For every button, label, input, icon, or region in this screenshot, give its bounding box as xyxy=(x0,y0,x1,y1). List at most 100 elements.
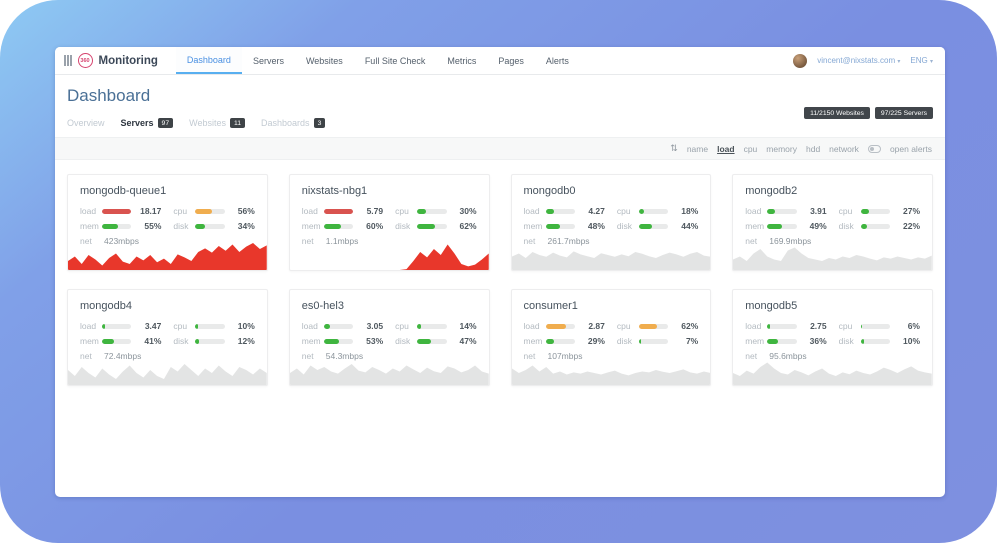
disk-bar xyxy=(861,224,890,229)
cpu-label: cpu xyxy=(839,206,861,216)
page-title: Dashboard xyxy=(67,86,933,106)
server-name[interactable]: mongodb-queue1 xyxy=(68,175,267,206)
tab-full-site-check[interactable]: Full Site Check xyxy=(354,47,437,74)
user-menu[interactable]: vincent@nixstats.com ▾ xyxy=(817,56,900,65)
load-sparkline xyxy=(68,355,267,385)
mem-bar xyxy=(102,339,131,344)
load-bar xyxy=(102,209,131,214)
open-alerts-toggle-icon[interactable] xyxy=(868,145,881,153)
mem-value: 36% xyxy=(797,336,827,346)
mem-value: 48% xyxy=(575,221,605,231)
tab-servers[interactable]: Servers xyxy=(242,47,295,74)
server-name[interactable]: nixstats-nbg1 xyxy=(290,175,489,206)
disk-value: 12% xyxy=(225,336,255,346)
cpu-value: 18% xyxy=(668,206,698,216)
load-sparkline xyxy=(512,240,711,270)
server-card[interactable]: mongodb2 load 3.91 cpu 27% mem 49% xyxy=(732,174,933,271)
disk-value: 22% xyxy=(890,221,920,231)
load-label: load xyxy=(745,206,767,216)
load-value: 2.75 xyxy=(797,321,827,331)
cpu-label: cpu xyxy=(173,321,195,331)
server-card[interactable]: mongodb4 load 3.47 cpu 10% mem 41% xyxy=(67,289,268,386)
subtab-dashboards[interactable]: Dashboards 3 xyxy=(261,118,325,128)
user-avatar[interactable] xyxy=(793,54,807,68)
sort-by-name[interactable]: name xyxy=(687,144,708,154)
mem-label: mem xyxy=(524,221,546,231)
server-name[interactable]: mongodb5 xyxy=(733,290,932,321)
subtab-servers[interactable]: Servers97 xyxy=(121,118,174,128)
disk-bar xyxy=(195,339,224,344)
subtab-label: Dashboards xyxy=(261,118,310,128)
server-name[interactable]: consumer1 xyxy=(512,290,711,321)
mem-label: mem xyxy=(302,336,324,346)
mem-value: 53% xyxy=(353,336,383,346)
load-bar xyxy=(324,209,353,214)
sort-by-cpu[interactable]: cpu xyxy=(744,144,758,154)
cpu-bar xyxy=(417,324,446,329)
cpu-label: cpu xyxy=(617,206,639,216)
subtab-websites[interactable]: Websites11 xyxy=(189,118,245,128)
summary-badges: 11/2150 Websites 97/225 Servers xyxy=(804,107,933,119)
mem-bar xyxy=(767,224,796,229)
server-name[interactable]: mongodb4 xyxy=(68,290,267,321)
disk-bar xyxy=(861,339,890,344)
sort-by-memory[interactable]: memory xyxy=(766,144,797,154)
load-bar xyxy=(546,324,575,329)
mem-value: 41% xyxy=(131,336,161,346)
server-card[interactable]: mongodb0 load 4.27 cpu 18% mem 48% xyxy=(511,174,712,271)
logo-360-icon[interactable]: 360 xyxy=(78,53,93,68)
mem-value: 49% xyxy=(797,221,827,231)
disk-label: disk xyxy=(395,336,417,346)
apps-grid-icon[interactable] xyxy=(64,55,72,66)
load-label: load xyxy=(80,206,102,216)
cpu-label: cpu xyxy=(395,206,417,216)
server-card[interactable]: mongodb5 load 2.75 cpu 6% mem 36% xyxy=(732,289,933,386)
server-card[interactable]: nixstats-nbg1 load 5.79 cpu 30% mem xyxy=(289,174,490,271)
language-selector[interactable]: ENG ▾ xyxy=(910,56,933,65)
server-name[interactable]: mongodb2 xyxy=(733,175,932,206)
sort-by-network[interactable]: network xyxy=(829,144,859,154)
sort-by-load[interactable]: load xyxy=(717,144,734,154)
cpu-bar xyxy=(417,209,446,214)
tab-dashboard[interactable]: Dashboard xyxy=(176,47,242,74)
tab-pages[interactable]: Pages xyxy=(487,47,535,74)
load-label: load xyxy=(745,321,767,331)
mockup-frame: 360 Monitoring Dashboard Servers Website… xyxy=(0,0,997,543)
server-name[interactable]: es0-hel3 xyxy=(290,290,489,321)
tab-alerts[interactable]: Alerts xyxy=(535,47,580,74)
cpu-label: cpu xyxy=(395,321,417,331)
cpu-bar xyxy=(861,209,890,214)
load-sparkline xyxy=(733,240,932,270)
websites-count-badge[interactable]: 11/2150 Websites xyxy=(804,107,870,119)
server-name[interactable]: mongodb0 xyxy=(512,175,711,206)
server-card[interactable]: mongodb-queue1 load 18.17 cpu 56% mem xyxy=(67,174,268,271)
disk-bar xyxy=(417,224,446,229)
tab-metrics[interactable]: Metrics xyxy=(436,47,487,74)
tab-websites[interactable]: Websites xyxy=(295,47,354,74)
cpu-bar xyxy=(861,324,890,329)
load-sparkline xyxy=(733,355,932,385)
top-nav: 360 Monitoring Dashboard Servers Website… xyxy=(55,47,945,75)
load-bar xyxy=(767,209,796,214)
subtab-overview[interactable]: Overview xyxy=(67,118,105,128)
load-label: load xyxy=(524,206,546,216)
disk-bar xyxy=(417,339,446,344)
servers-count-badge[interactable]: 97/225 Servers xyxy=(875,107,933,119)
cpu-label: cpu xyxy=(839,321,861,331)
mem-label: mem xyxy=(302,221,324,231)
disk-bar xyxy=(639,224,668,229)
disk-label: disk xyxy=(395,221,417,231)
server-card[interactable]: consumer1 load 2.87 cpu 62% mem 29% xyxy=(511,289,712,386)
sort-direction-icon[interactable]: ⇅ xyxy=(670,143,678,154)
count-badge: 3 xyxy=(314,118,326,128)
disk-value: 47% xyxy=(447,336,477,346)
mem-label: mem xyxy=(80,336,102,346)
open-alerts-filter[interactable]: open alerts xyxy=(890,144,932,154)
load-value: 3.91 xyxy=(797,206,827,216)
sort-bar: ⇅ name load cpu memory hdd network open … xyxy=(55,137,945,160)
sort-by-hdd[interactable]: hdd xyxy=(806,144,820,154)
disk-value: 62% xyxy=(447,221,477,231)
server-card[interactable]: es0-hel3 load 3.05 cpu 14% mem 53% xyxy=(289,289,490,386)
chevron-down-icon: ▾ xyxy=(897,59,900,65)
mem-bar xyxy=(546,224,575,229)
